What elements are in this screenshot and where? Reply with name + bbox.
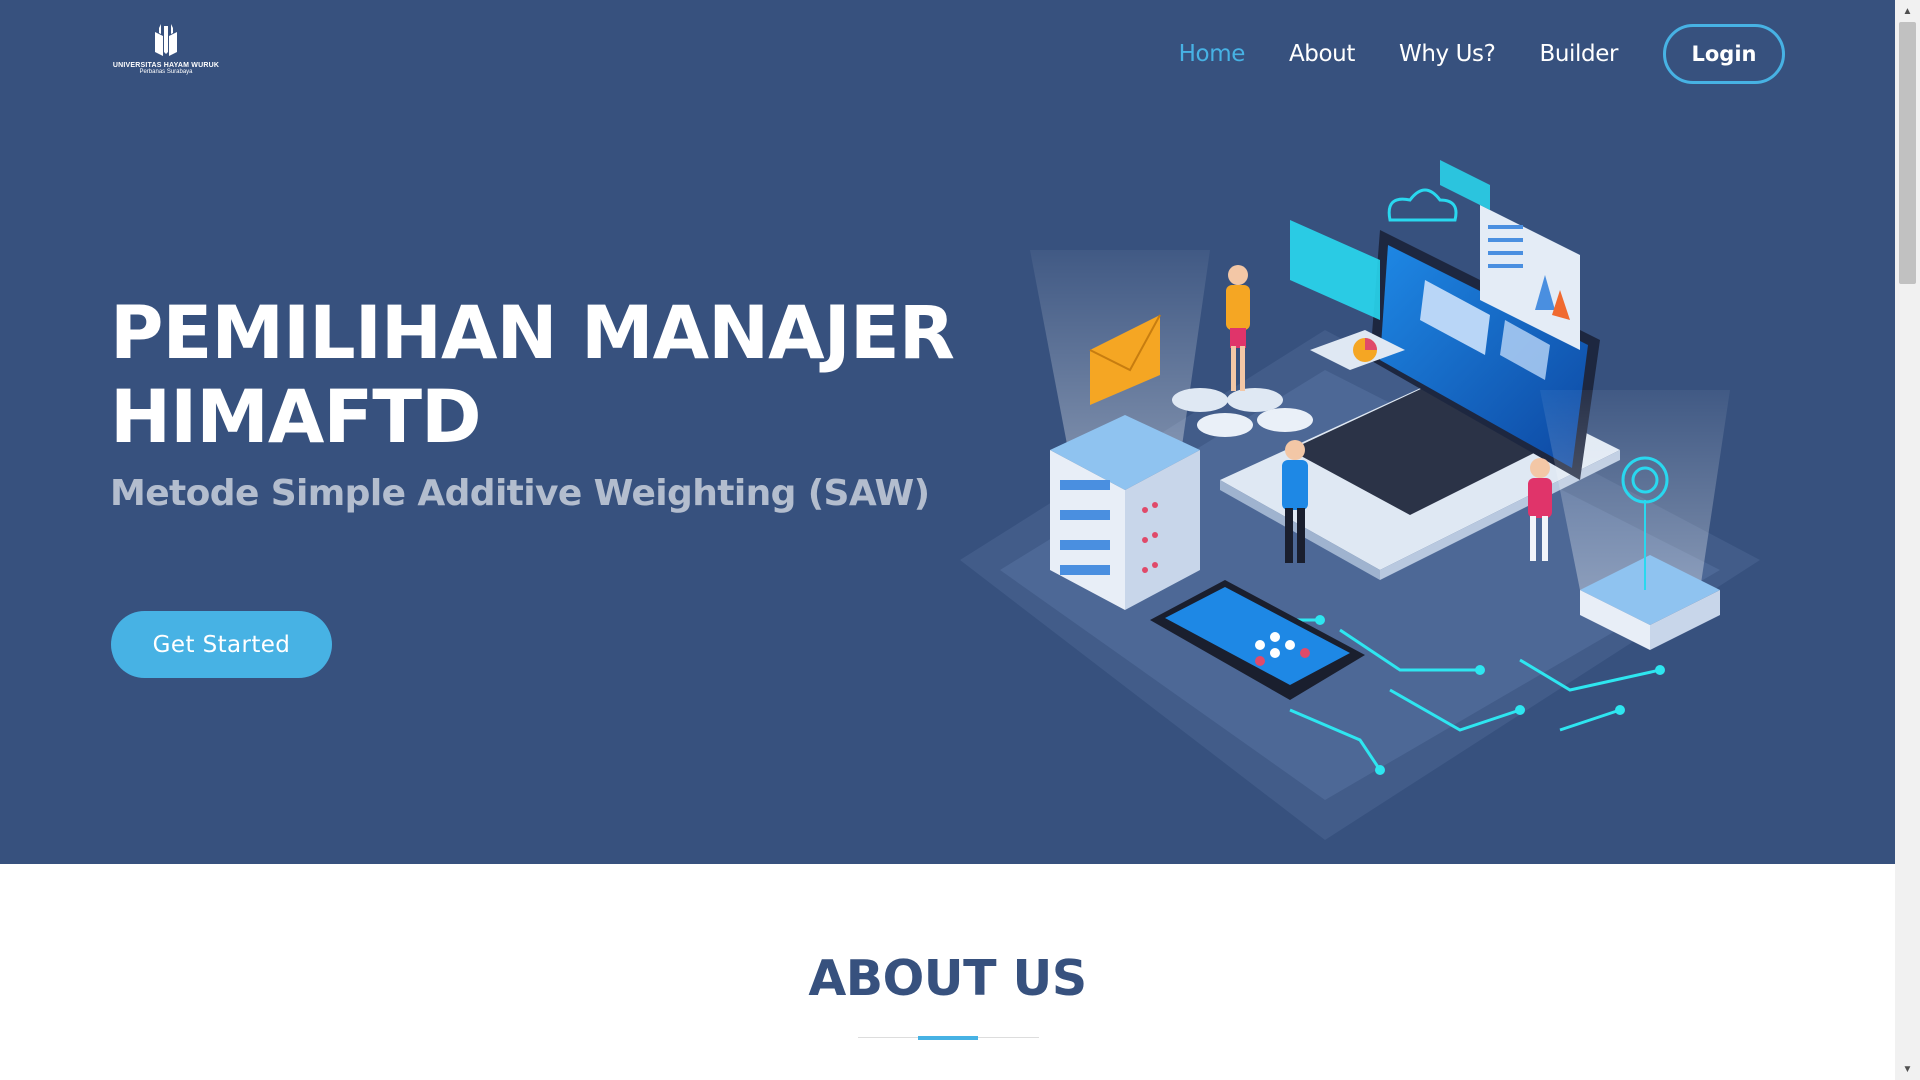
- page-scrollbar[interactable]: ▲ ▼: [1895, 0, 1920, 1080]
- main-nav: Home About Why Us? Builder Login: [1135, 24, 1785, 84]
- nav-builder[interactable]: Builder: [1539, 41, 1618, 67]
- nav-why-us[interactable]: Why Us?: [1399, 41, 1496, 67]
- university-logo[interactable]: UNIVERSITAS HAYAM WURUK Perbanas Surabay…: [110, 22, 222, 86]
- section-divider-accent: [918, 1036, 978, 1040]
- hero-title-line2: HIMAFTD: [110, 375, 482, 460]
- scrollbar-thumb[interactable]: [1899, 22, 1916, 284]
- logo-text-university: UNIVERSITAS HAYAM WURUK: [112, 62, 220, 69]
- hero-title: PEMILIHAN MANAJER HIMAFTD: [110, 292, 1010, 460]
- nav-about[interactable]: About: [1289, 41, 1355, 67]
- hero-title-line1: PEMILIHAN MANAJER: [110, 291, 955, 376]
- scroll-up-arrow-icon[interactable]: ▲: [1895, 0, 1920, 22]
- isometric-tech-illustration-icon: [960, 160, 1760, 840]
- hero-section: UNIVERSITAS HAYAM WURUK Perbanas Surabay…: [0, 0, 1895, 864]
- nav-home[interactable]: Home: [1179, 41, 1246, 67]
- get-started-button[interactable]: Get Started: [111, 611, 332, 678]
- scroll-down-arrow-icon[interactable]: ▼: [1895, 1058, 1920, 1080]
- about-section-title: ABOUT US: [808, 950, 1087, 1007]
- navbar: UNIVERSITAS HAYAM WURUK Perbanas Surabay…: [0, 0, 1895, 108]
- logo-text-campus: Perbanas Surabaya: [139, 69, 193, 75]
- logo-emblem-icon: [155, 24, 177, 56]
- page-viewport: UNIVERSITAS HAYAM WURUK Perbanas Surabay…: [0, 0, 1895, 1080]
- login-button[interactable]: Login: [1663, 24, 1785, 84]
- hero-subtitle: Metode Simple Additive Weighting (SAW): [110, 473, 930, 514]
